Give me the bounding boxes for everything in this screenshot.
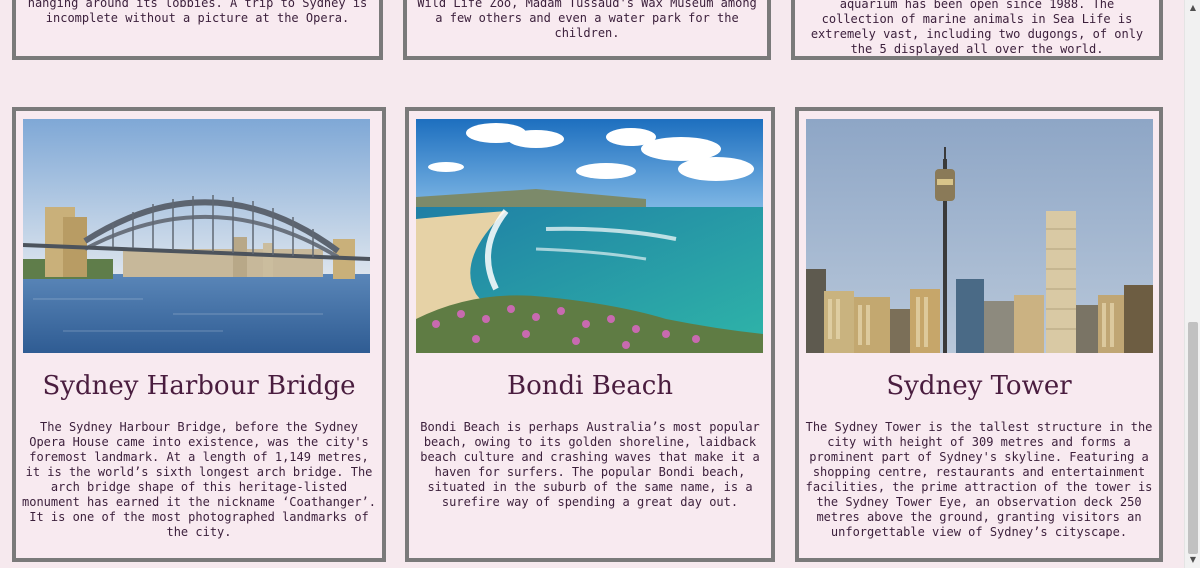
sydney-tower-image [806,119,1153,353]
card-description: Wild Life Zoo, Madam Tussaud's Wax Museu… [417,0,757,40]
card-top-2: Wild Life Zoo, Madam Tussaud's Wax Museu… [403,0,771,60]
scrollbar-thumb[interactable] [1188,322,1198,554]
triangle-up-icon[interactable]: ▲ [1185,0,1200,16]
vertical-scrollbar[interactable]: ▲ ▼ [1184,0,1200,568]
card-bondi-beach: Bondi Beach Bondi Beach is perhaps Austr… [405,107,775,562]
card-title: Sydney Tower [886,371,1072,401]
card-title: Sydney Harbour Bridge [42,371,356,401]
card-description: Bondi Beach is perhaps Australia’s most … [420,420,760,509]
card-description: hanging around its lobbies. A trip to Sy… [27,0,368,25]
card-sydney-harbour-bridge: Sydney Harbour Bridge The Sydney Harbour… [12,107,386,562]
card-description: aquarium has been open since 1988. The c… [810,0,1144,56]
triangle-down-icon[interactable]: ▼ [1185,552,1200,568]
harbour-bridge-image [23,119,370,353]
card-title: Bondi Beach [506,371,674,401]
bondi-beach-image [416,119,763,353]
card-top-3: aquarium has been open since 1988. The c… [791,0,1163,60]
card-description: The Sydney Tower is the tallest structur… [805,420,1153,539]
card-description: The Sydney Harbour Bridge, before the Sy… [22,420,377,539]
card-top-1: hanging around its lobbies. A trip to Sy… [12,0,383,60]
page: hanging around its lobbies. A trip to Sy… [0,0,1184,568]
card-sydney-tower: Sydney Tower The Sydney Tower is the tal… [795,107,1163,562]
